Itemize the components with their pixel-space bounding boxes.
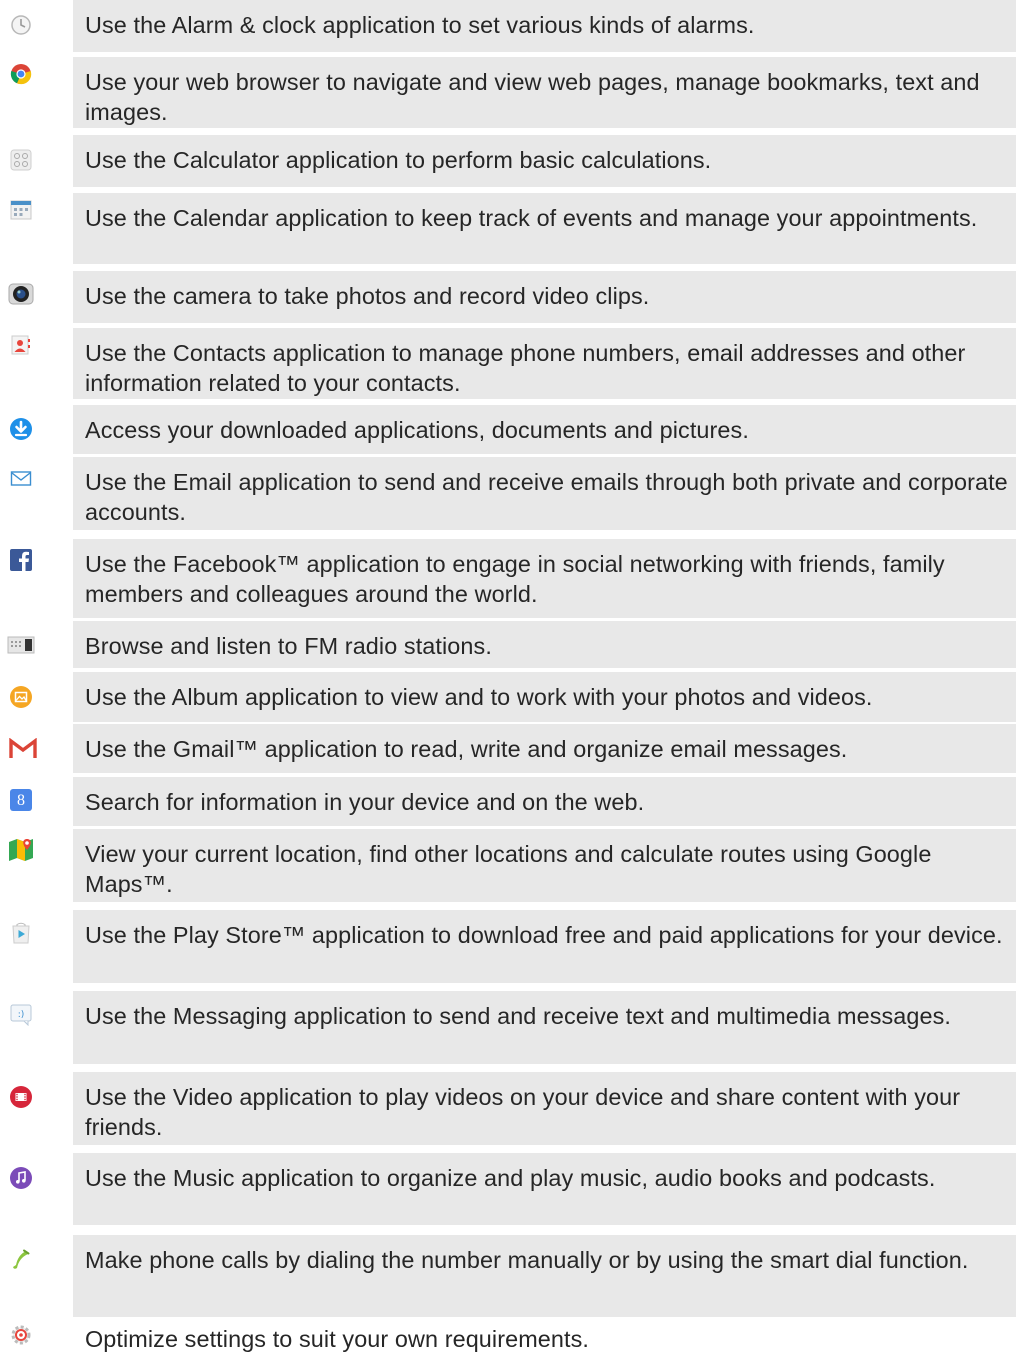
google-search-icon: 8 [8,787,34,813]
email-icon [8,465,34,491]
item-description: View your current location, find other l… [73,829,1016,902]
svg-text::): :) [18,1010,25,1020]
item-description: Access your downloaded applications, doc… [73,405,1016,454]
play-store-icon [8,920,34,946]
item-description: Use the Email application to send and re… [73,457,1016,530]
list-item: Use the Video application to play videos… [0,1072,1016,1145]
list-item: Use the camera to take photos and record… [0,271,1016,323]
download-icon [8,416,34,442]
list-item: Use the Alarm & clock application to set… [0,0,1016,52]
item-description: Use the Calculator application to perfor… [73,135,1016,187]
album-icon [8,684,34,710]
list-item: Use the Gmail™ application to read, writ… [0,724,1016,773]
facebook-icon [8,547,34,573]
music-icon [8,1165,34,1191]
item-description: Search for information in your device an… [73,777,1016,826]
settings-icon [8,1322,34,1348]
list-item: Use the Facebook™ application to engage … [0,539,1016,618]
phone-icon [8,1247,34,1273]
calendar-icon [8,197,34,223]
list-item: Make phone calls by dialing the number m… [0,1235,1016,1317]
list-item: Use the Calculator application to perfor… [0,135,1016,187]
item-description: Use the Play Store™ application to downl… [73,910,1016,983]
item-description: Browse and listen to FM radio stations. [73,621,1016,668]
list-item: Access your downloaded applications, doc… [0,405,1016,454]
list-item: Use the Calendar application to keep tra… [0,193,1016,264]
list-item: Optimize settings to suit your own requi… [0,1320,1016,1372]
chrome-browser-icon [8,61,34,87]
messaging-icon: :) [8,1001,34,1027]
svg-text:8: 8 [17,792,25,809]
list-item: 8 Search for information in your device … [0,777,1016,826]
fm-radio-icon [6,631,36,657]
list-item: :) Use the Messaging application to send… [0,991,1016,1064]
list-item: Browse and listen to FM radio stations. [0,621,1016,668]
list-item: View your current location, find other l… [0,829,1016,902]
list-item: Use the Album application to view and to… [0,672,1016,722]
item-description: Use the Facebook™ application to engage … [73,539,1016,618]
video-icon [8,1084,34,1110]
item-description: Use the Alarm & clock application to set… [73,0,1016,52]
contacts-icon [8,332,34,358]
gmail-icon [8,736,38,762]
list-item: Use your web browser to navigate and vie… [0,57,1016,128]
calculator-icon [8,147,34,173]
list-item: Use the Play Store™ application to downl… [0,910,1016,983]
item-description: Use the Video application to play videos… [73,1072,1016,1145]
list-item: Use the Email application to send and re… [0,457,1016,530]
item-description: Use your web browser to navigate and vie… [73,57,1016,128]
item-description: Use the Music application to organize an… [73,1153,1016,1225]
maps-icon [8,837,34,863]
item-description: Use the Album application to view and to… [73,672,1016,722]
item-description: Use the Messaging application to send an… [73,991,1016,1064]
list-item: Use the Music application to organize an… [0,1153,1016,1225]
item-description: Optimize settings to suit your own requi… [73,1320,1016,1372]
item-description: Use the Contacts application to manage p… [73,328,1016,399]
item-description: Use the Calendar application to keep tra… [73,193,1016,264]
item-description: Use the Gmail™ application to read, writ… [73,724,1016,773]
alarm-clock-icon [8,12,34,38]
camera-icon [8,281,34,307]
item-description: Make phone calls by dialing the number m… [73,1235,1016,1317]
list-item: Use the Contacts application to manage p… [0,328,1016,399]
item-description: Use the camera to take photos and record… [73,271,1016,323]
